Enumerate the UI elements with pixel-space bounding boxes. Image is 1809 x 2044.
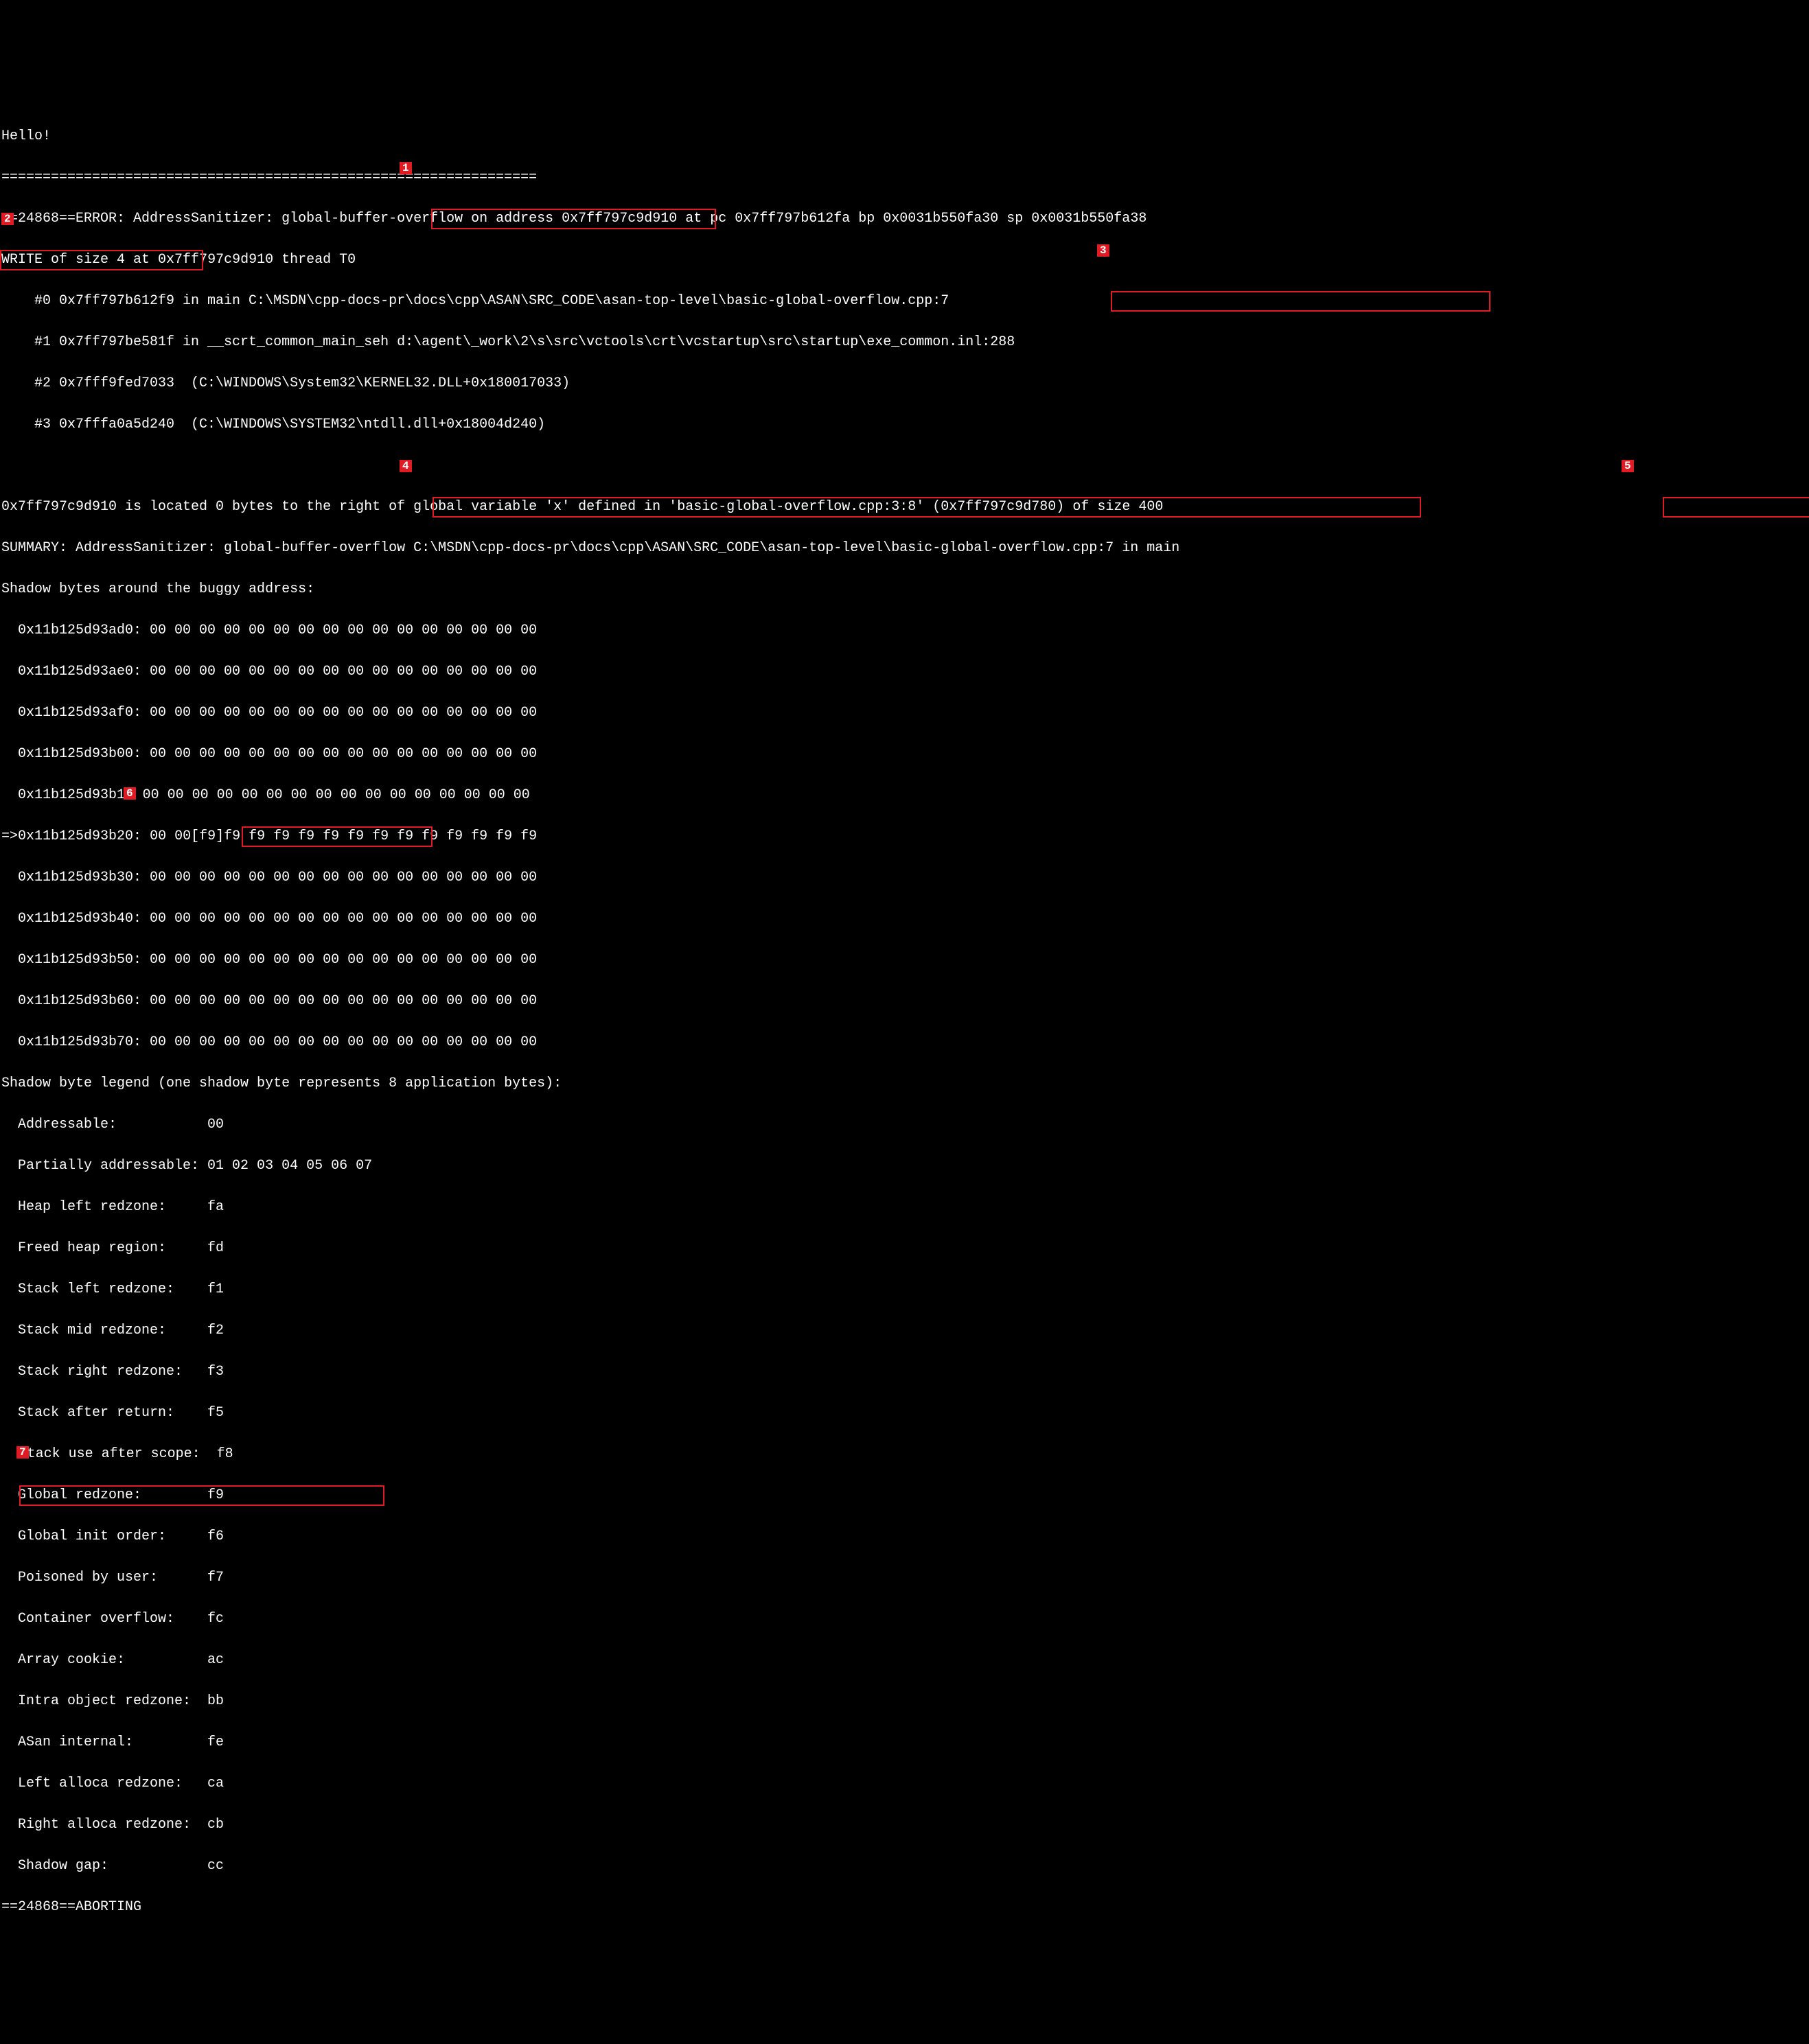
callout-1: 1 [400,162,412,174]
cur-pre: =>0x11b125d93b20: [1,828,141,844]
loc-addr: (0x7ff797c9d780) [932,499,1064,515]
terminal-output: Hello! =================================… [0,103,1809,1941]
shadow-after-1: 0x11b125d93b40: 00 00 00 00 00 00 00 00 … [1,909,1808,929]
legend-a5: ASan internal: fe [1,1732,1808,1753]
stack-2: #2 0x7fff9fed7033 (C:\WINDOWS\System32\K… [1,373,1808,394]
legend-a6: Left alloca redzone: ca [1,1774,1808,1794]
legend-a4: Intra object redzone: bb [1,1691,1808,1712]
separator-text: ========================================… [1,170,537,185]
box-7 [19,1485,384,1506]
separator-line: ========================================… [1,167,1808,188]
stack-1: #1 0x7ff797be581f in __scrt_common_main_… [1,332,1808,353]
loc-size: of size 400 [1072,499,1163,515]
callout-3: 3 [1097,244,1109,257]
error-line: 2==24868==ERROR: AddressSanitizer: globa… [1,209,1808,229]
legend-6: Stack right redzone: f3 [1,1362,1808,1382]
loc-prefix: 0x7ff797c9d910 is located 0 bytes [1,499,273,515]
legend-2: Heap left redzone: fa [1,1197,1808,1218]
callout-2: 2 [1,213,14,225]
callout-4: 4 [400,460,412,472]
shadow-after-3: 0x11b125d93b60: 00 00 00 00 00 00 00 00 … [1,991,1808,1012]
blank-1: 45 [1,456,1808,476]
scope-pre [1,1446,18,1462]
box-5 [1663,497,1809,518]
error-mid: on address 0x7ff797c9d910 at pc 0x7ff797… [471,211,1147,227]
legend-3: Freed heap region: fd [1,1238,1808,1259]
greeting-line: Hello! [1,126,1808,147]
legend-header: Shadow byte legend (one shadow byte repr… [1,1073,1808,1094]
legend-a0: Global init order: f6 [1,1526,1808,1547]
shadow-header: Shadow bytes around the buggy address: [1,579,1808,600]
b10-pre: 0x11b125d93b1 [1,787,125,803]
legend-a7: Right alloca redzone: cb [1,1815,1808,1835]
b10-post: 00 00 00 00 00 00 00 00 00 00 00 00 00 0… [135,787,530,803]
legend-a3: Array cookie: ac [1,1650,1808,1671]
shadow-row-0: 0x11b125d93ad0: 00 00 00 00 00 00 00 00 … [1,620,1808,641]
write-prefix: WRITE of size 4 [1,252,125,268]
location-line: 0x7ff797c9d910 is located 0 bytes to the… [1,497,1808,518]
shadow-after-4: 0x11b125d93b70: 00 00 00 00 00 00 00 00 … [1,1032,1808,1053]
stack-3: #3 0x7fffa0a5d240 (C:\WINDOWS\SYSTEM32\n… [1,415,1808,435]
shadow-current: =>0x11b125d93b20: 00 00[f9]f9 f9 f9 f9 f… [1,826,1808,847]
legend-5: Stack mid redzone: f2 [1,1321,1808,1341]
summary-line: SUMMARY: AddressSanitizer: global-buffer… [1,538,1808,559]
legend-7: Stack after return: f5 [1,1403,1808,1424]
shadow-after-0: 0x11b125d93b30: 00 00 00 00 00 00 00 00 … [1,868,1808,888]
stack-0: #0 0x7ff797b612f9 in main C:\MSDN\cpp-do… [1,291,1808,312]
cur-box: 00 00[f9]f9 f9 [150,828,265,844]
aborting-line: ==24868==ABORTING [1,1897,1808,1918]
legend-1: Partially addressable: 01 02 03 04 05 06… [1,1156,1808,1176]
legend-0: Addressable: 00 [1,1115,1808,1135]
scope-post: tack use after scope: f8 [27,1446,233,1462]
legend-4: Stack left redzone: f1 [1,1279,1808,1300]
legend-a8: Shadow gap: cc [1,1856,1808,1877]
write-line: WRITE of size 4 at 0x7ff797c9d910 thread… [1,250,1808,270]
write-suffix: at 0x7ff797c9d910 thread T0 [133,252,356,268]
shadow-after-2: 0x11b125d93b50: 00 00 00 00 00 00 00 00 … [1,950,1808,971]
error-type: global-buffer-overflow [281,211,463,227]
legend-a2: Container overflow: fc [1,1609,1808,1629]
legend-global: Global redzone: f9 [1,1485,1808,1506]
error-prefix: ==24868==ERROR: AddressSanitizer: [1,211,273,227]
box-3 [1111,291,1490,312]
legend-a1: Poisoned by user: f7 [1,1568,1808,1588]
legend-scope: 7tack use after scope: f8 [1,1444,1808,1465]
shadow-row-b10: 0x11b125d93b16 00 00 00 00 00 00 00 00 0… [1,785,1808,806]
cur-post: f9 f9 f9 f9 f9 f9 f9 f9 f9 f9 f9 [273,828,537,844]
shadow-row-3: 0x11b125d93b00: 00 00 00 00 00 00 00 00 … [1,744,1808,765]
shadow-row-2: 0x11b125d93af0: 00 00 00 00 00 00 00 00 … [1,703,1808,723]
shadow-row-1: 0x11b125d93ae0: 00 00 00 00 00 00 00 00 … [1,662,1808,682]
callout-5: 5 [1622,460,1634,472]
loc-mid: to the right of global variable 'x' defi… [281,499,924,515]
